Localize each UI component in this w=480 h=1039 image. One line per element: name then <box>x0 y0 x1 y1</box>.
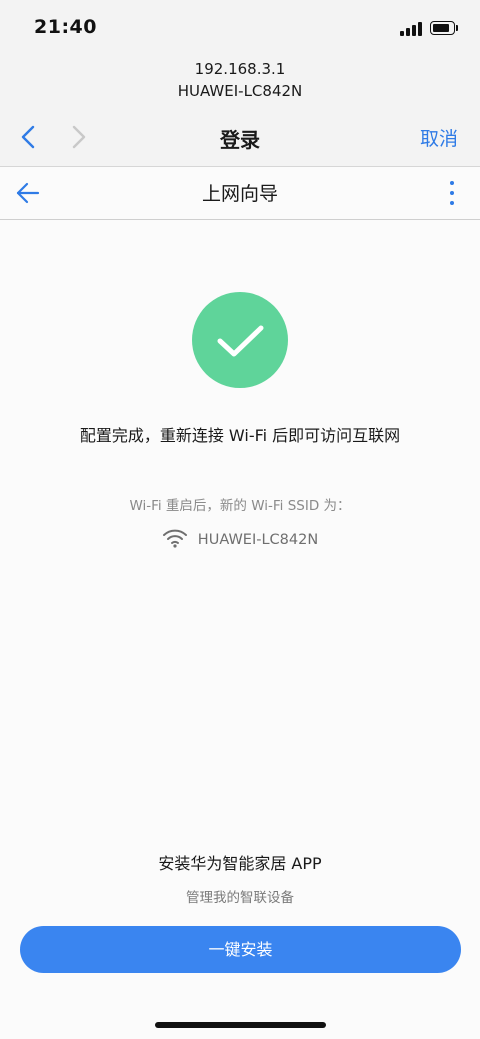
ssid-caption: Wi-Fi 重启后，新的 Wi-Fi SSID 为： <box>129 498 351 514</box>
battery-icon <box>430 21 460 37</box>
url-ip: 192.168.3.1 <box>194 60 286 78</box>
wifi-icon <box>162 529 187 548</box>
ssid-row: HUAWEI-LC842N <box>0 528 480 548</box>
home-indicator[interactable] <box>155 1022 326 1028</box>
cellular-signal-icon <box>400 22 424 36</box>
success-indicator <box>192 292 288 388</box>
more-vertical-icon[interactable] <box>448 181 456 205</box>
page-title: 上网向导 <box>201 183 278 205</box>
ssid-value: HUAWEI-LC842N <box>197 532 319 548</box>
install-subtitle: 管理我的智联设备 <box>186 890 294 906</box>
success-message: 配置完成，重新连接 Wi-Fi 后即可访问互联网 <box>79 426 401 445</box>
install-title: 安装华为智能家居 APP <box>158 854 322 873</box>
status-time: 21:40 <box>34 16 97 38</box>
url-host-name: HUAWEI-LC842N <box>177 82 303 100</box>
one-click-install-button[interactable]: 一键安装 <box>20 926 461 973</box>
cancel-button[interactable]: 取消 <box>420 124 458 151</box>
status-bar: 21:40 <box>0 0 480 60</box>
app-header: 上网向导 <box>0 167 480 220</box>
browser-page-title: 登录 <box>220 128 260 152</box>
browser-nav-bar: 登录 取消 <box>0 110 480 166</box>
checkmark-icon <box>217 325 264 357</box>
browser-chrome: 21:40 192.168.3.1 HUAWEI-LC842N 登录 取消 <box>0 0 480 167</box>
